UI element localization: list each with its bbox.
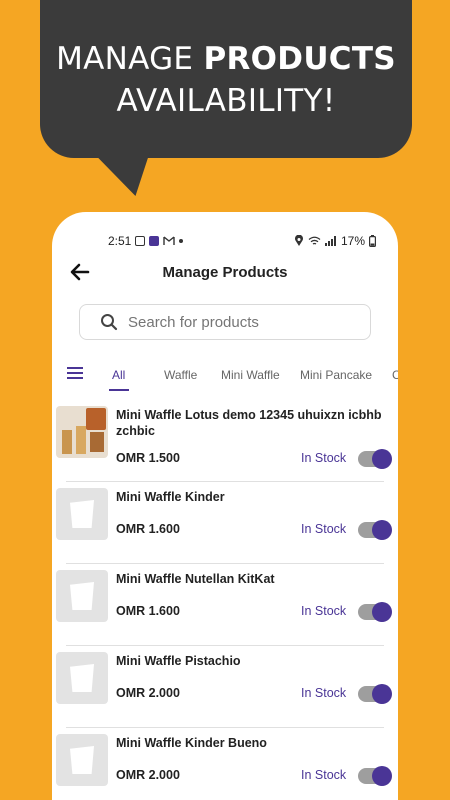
battery-text: 17%: [340, 234, 365, 248]
tab-more[interactable]: C: [392, 368, 398, 382]
app-icon: [149, 236, 160, 246]
availability-toggle[interactable]: [358, 449, 392, 469]
back-arrow-icon[interactable]: [68, 260, 92, 284]
stock-status: In Stock: [301, 604, 347, 618]
list-item[interactable]: Mini Waffle Pistachio OMR 2.000 In Stock: [52, 646, 398, 728]
product-price: OMR 1.500: [116, 451, 180, 465]
list-item[interactable]: Mini Waffle Nutellan KitKat OMR 1.600 In…: [52, 564, 398, 646]
tab-mini-pancake[interactable]: Mini Pancake: [300, 368, 372, 382]
tab-mini-waffle[interactable]: Mini Waffle: [221, 368, 280, 382]
signal-icon: [324, 236, 336, 246]
product-list: Mini Waffle Lotus demo 12345 uhuixzn icb…: [52, 400, 398, 800]
availability-toggle[interactable]: [358, 766, 392, 786]
app-bar: Manage Products: [52, 252, 398, 292]
search-box[interactable]: [79, 304, 371, 340]
notification-dot-icon: [179, 239, 184, 243]
battery-icon: [369, 235, 376, 247]
gallery-icon: [135, 236, 146, 246]
status-time: 2:51: [108, 234, 132, 248]
product-image-placeholder: [56, 570, 108, 622]
availability-toggle[interactable]: [358, 602, 392, 622]
gmail-icon: [163, 236, 176, 245]
product-image-placeholder: [56, 488, 108, 540]
page-title: Manage Products: [162, 263, 288, 281]
stock-status: In Stock: [301, 768, 347, 782]
product-image-placeholder: [56, 734, 108, 786]
list-item[interactable]: Mini Waffle Lotus demo 12345 uhuixzn icb…: [52, 400, 398, 482]
product-name: Mini Waffle Nutellan KitKat: [116, 572, 275, 586]
product-name: Mini Waffle Pistachio: [116, 654, 241, 668]
product-image: [56, 406, 108, 458]
promo-headline: MANAGE PRODUCTS AVAILABILITY!: [40, 38, 412, 122]
product-price: OMR 2.000: [116, 768, 180, 782]
product-price: OMR 1.600: [116, 522, 180, 536]
phone-screen: 2:51 17% Manage Products All Waffle Mini…: [52, 212, 398, 800]
wifi-icon: [308, 236, 321, 245]
product-price: OMR 1.600: [116, 604, 180, 618]
promo-line1-plain: MANAGE: [56, 41, 204, 77]
promo-line1-bold: PRODUCTS: [203, 41, 396, 77]
active-tab-indicator: [109, 389, 129, 391]
product-image-placeholder: [56, 652, 108, 704]
menu-icon[interactable]: [67, 367, 83, 379]
availability-toggle[interactable]: [358, 520, 392, 540]
status-bar: 2:51 17%: [52, 212, 398, 252]
product-name: Mini Waffle Kinder Bueno: [116, 736, 267, 750]
status-left: 2:51: [108, 234, 184, 248]
tab-waffle[interactable]: Waffle: [164, 368, 197, 382]
tab-all[interactable]: All: [112, 368, 125, 382]
stock-status: In Stock: [301, 686, 347, 700]
stock-status: In Stock: [301, 522, 347, 536]
status-right: 17%: [294, 234, 376, 248]
product-price: OMR 2.000: [116, 686, 180, 700]
stock-status: In Stock: [301, 451, 347, 465]
product-name: Mini Waffle Lotus demo 12345 uhuixzn icb…: [116, 408, 382, 438]
availability-toggle[interactable]: [358, 684, 392, 704]
location-icon: [294, 235, 303, 246]
list-item[interactable]: Mini Waffle Kinder Bueno OMR 2.000 In St…: [52, 728, 398, 800]
search-icon: [101, 314, 118, 331]
promo-line2: AVAILABILITY!: [116, 83, 336, 119]
search-input[interactable]: [128, 313, 348, 331]
list-item[interactable]: Mini Waffle Kinder OMR 1.600 In Stock: [52, 482, 398, 564]
category-tabs: All Waffle Mini Waffle Mini Pancake C: [52, 358, 398, 392]
product-name: Mini Waffle Kinder: [116, 490, 225, 504]
